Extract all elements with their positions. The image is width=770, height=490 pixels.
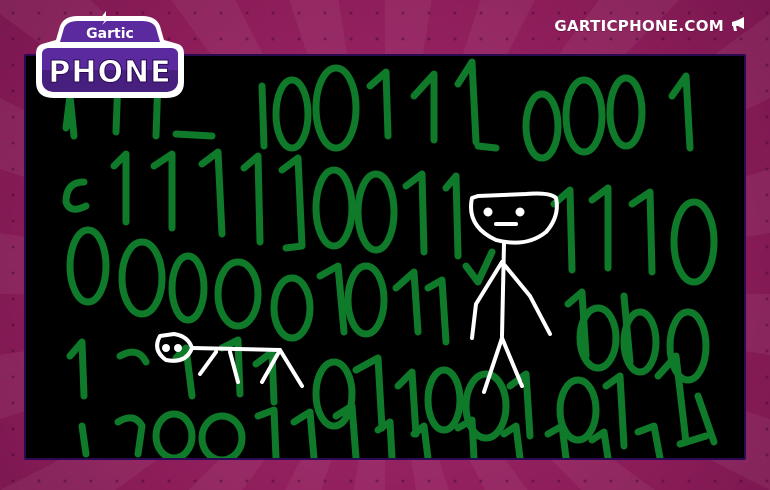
megaphone-icon — [730, 16, 748, 36]
gartic-phone-logo[interactable]: Gartic PHONE — [34, 10, 186, 106]
site-link[interactable]: GARTICPHONE.COM — [554, 16, 748, 36]
drawing-strokes — [62, 58, 718, 458]
drawing-canvas — [24, 54, 746, 460]
logo-top-text: Gartic — [86, 26, 134, 42]
site-label: GARTICPHONE.COM — [554, 17, 724, 35]
logo-bottom-text: PHONE — [48, 55, 171, 90]
